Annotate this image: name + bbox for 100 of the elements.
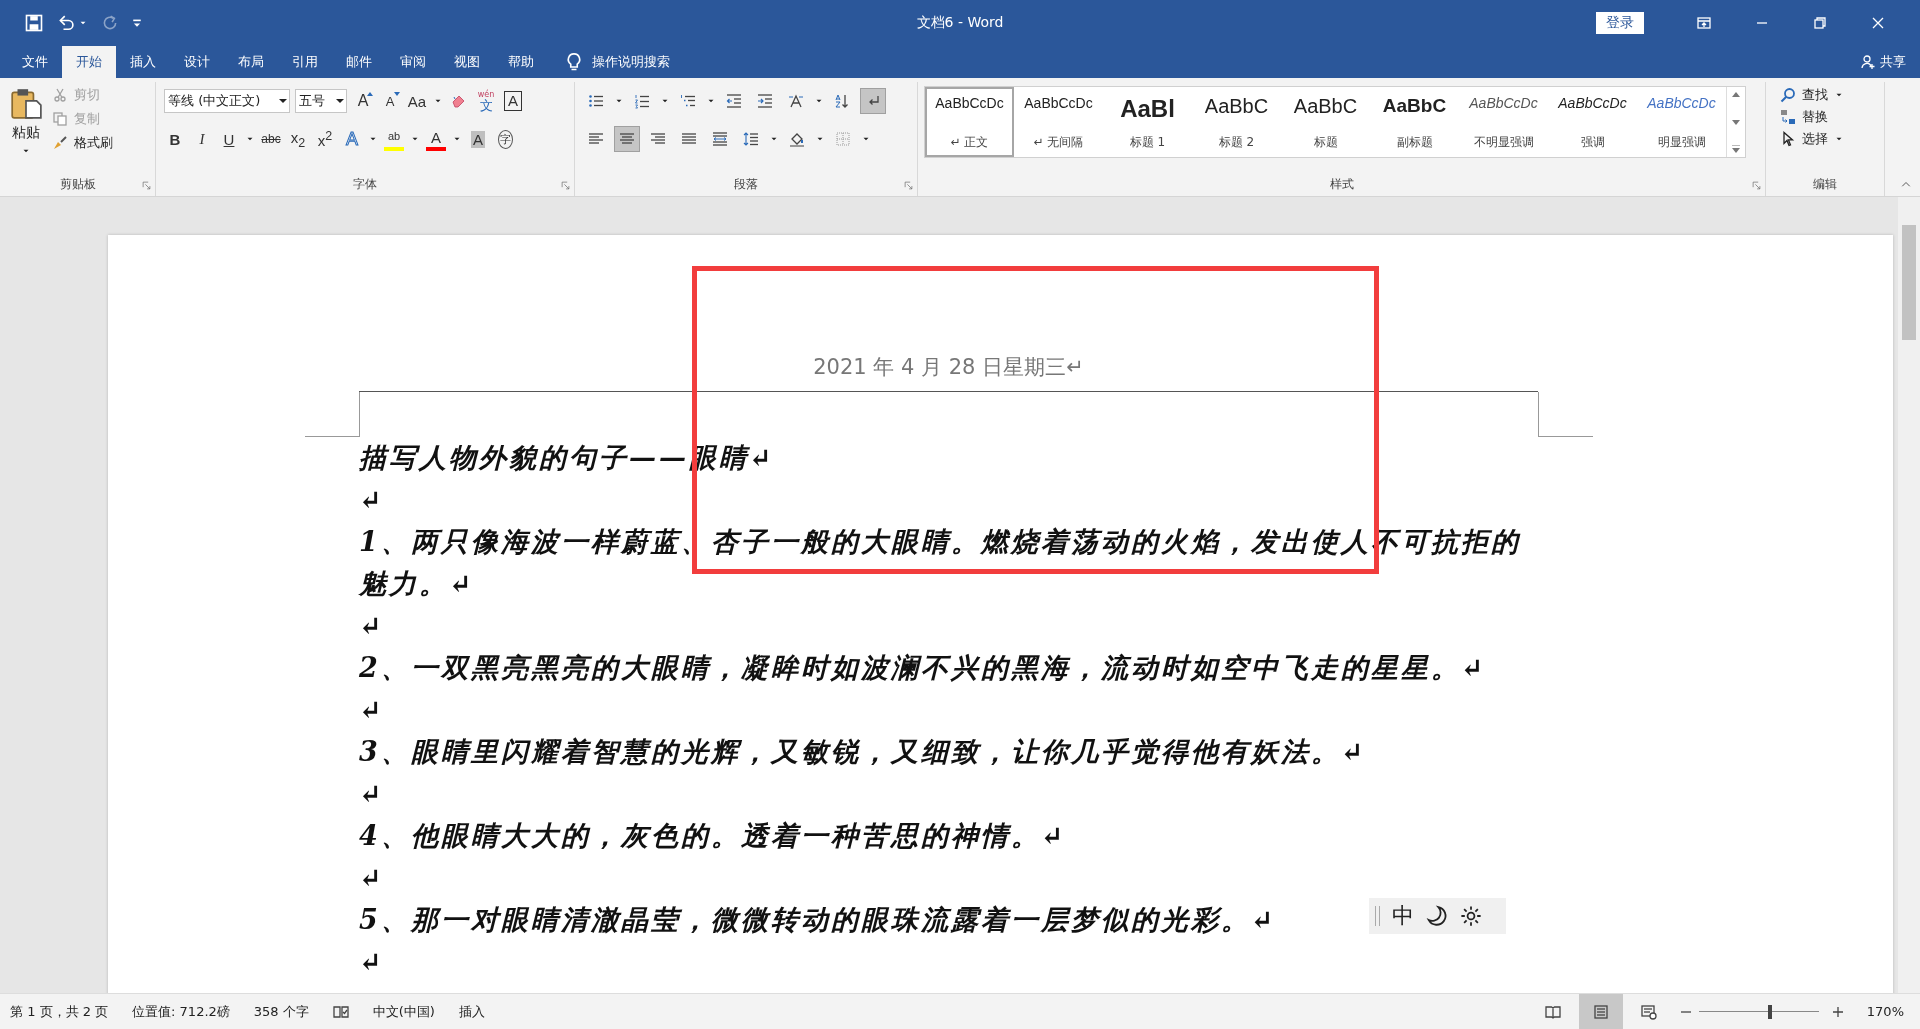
font-color-button[interactable]: A [425,127,447,151]
group-title: 样式 [1329,175,1354,193]
paste-button[interactable]: 粘贴 [6,86,46,168]
paragraph[interactable]: 5、那一对眼睛清澈晶莹，微微转动的眼珠流露着一层梦似的光彩。↵ [359,899,1277,941]
paragraph[interactable]: ↵ [359,605,385,647]
font-size-dropdown[interactable]: 五号 [295,89,347,113]
font-name-dropdown[interactable]: 等线 (中文正文) [164,89,290,113]
paragraph[interactable]: 2、一双黑亮黑亮的大眼睛，凝眸时如波澜不兴的黑海，流动时如空中飞走的星星。↵ [359,647,1487,689]
grow-font-button[interactable]: A [352,89,374,113]
align-center-button[interactable] [614,126,640,152]
style-item[interactable]: AaBbCcDc 强调 [1548,87,1637,157]
zoom-in-icon[interactable] [1832,1006,1843,1017]
ribbon-tab[interactable]: 邮件 [332,46,386,78]
paragraph[interactable]: ↵ [359,479,385,521]
zoom-level[interactable]: 170% [1866,1004,1920,1019]
subscript-button[interactable]: x$_{2}$ [287,127,309,151]
ribbon-tab[interactable]: 帮助 [494,46,548,78]
ribbon-tab[interactable]: 布局 [224,46,278,78]
close-icon[interactable] [1870,15,1886,31]
proofing-book-icon[interactable] [332,1003,349,1020]
crescent-moon-icon[interactable] [1426,905,1448,927]
select-button[interactable]: 选择 [1780,130,1870,148]
character-border-button[interactable]: A [502,89,524,113]
crop-mark [305,392,360,437]
restore-icon[interactable] [1812,15,1828,31]
underline-button[interactable]: U [218,127,240,151]
strikethrough-button[interactable]: abc [260,127,282,151]
undo-icon[interactable] [56,13,76,33]
scissors-icon [52,87,68,103]
ribbon-tab[interactable]: 视图 [440,46,494,78]
group-title: 编辑 [1813,175,1837,193]
dialog-launcher-icon[interactable] [1752,181,1761,190]
style-item[interactable]: AaBbCcDc 不明显强调 [1459,87,1548,157]
style-item[interactable]: AaBbC 副标题 [1370,87,1459,157]
asian-layout-icon [788,93,804,109]
input-mode-button[interactable]: 中 [1392,901,1414,931]
superscript-button[interactable]: x$^{2}$ [314,127,336,151]
ribbon-display-icon[interactable] [1696,15,1712,31]
tell-me-search[interactable]: 操作说明搜索 [592,46,670,78]
customize-caret-icon[interactable] [132,18,142,28]
sign-in-button[interactable]: 登录 [1596,12,1644,34]
scroll-up-icon[interactable] [1732,91,1740,99]
zoom-slider-thumb[interactable] [1767,1004,1772,1019]
web-layout-icon [1640,1003,1657,1020]
share-button[interactable]: 共享 [1860,46,1920,78]
dialog-launcher-icon[interactable] [561,181,570,190]
scroll-down-icon[interactable] [1732,118,1740,126]
header-date[interactable]: 2021 年 4 月 28 日星期三↵ [813,353,1084,381]
change-case-button[interactable]: Aa [406,89,428,113]
vertical-scrollbar[interactable] [1898,197,1920,993]
status-text[interactable]: 第 1 页，共 2 页 [10,1002,109,1021]
painter-button[interactable]: 格式刷 [52,134,113,152]
bold-button[interactable]: B [164,127,186,151]
ribbon-tab[interactable]: 文件 [8,46,62,78]
ribbon-tab[interactable]: 审阅 [386,46,440,78]
numbered-list-icon [634,93,650,109]
dialog-launcher-icon[interactable] [142,181,151,190]
crop-mark [1538,392,1593,437]
character-shading-button[interactable]: A [467,127,489,151]
multilevel-list-icon [680,93,696,109]
ribbon-tab[interactable]: 设计 [170,46,224,78]
paragraph[interactable]: ↵ [359,773,385,815]
style-item[interactable]: AaBbCcDc ↵ 无间隔 [1014,87,1103,157]
ribbon-tab[interactable]: 引用 [278,46,332,78]
paragraph[interactable]: 4、他眼睛大大的，灰色的。透着一种苦思的神情。↵ [359,815,1067,857]
ribbon-tab[interactable]: 插入 [116,46,170,78]
style-item[interactable]: AaBbCcDc ↵ 正文 [925,87,1014,157]
status-text[interactable]: 插入 [458,1002,485,1021]
style-item[interactable]: AaBbCcDc 明显强调 [1637,87,1726,157]
settings-icon[interactable] [1460,905,1482,927]
paragraph[interactable]: ↵ [359,689,385,731]
style-item[interactable]: AaBbC 标题 2 [1192,87,1281,157]
lightbulb-icon[interactable] [564,52,584,72]
replace-button[interactable]: 替换 [1780,108,1870,126]
replace-icon [1780,109,1796,125]
window-title: 文档6 - Word [916,14,1004,32]
more-icon[interactable] [1732,145,1740,153]
style-item[interactable]: AaBl 标题 1 [1103,87,1192,157]
find-button[interactable]: 查找 [1780,86,1870,104]
view-button[interactable] [1578,993,1623,1029]
paintbrush-icon [52,135,68,151]
paragraph-mark-button[interactable] [860,88,886,114]
eraser-icon [451,93,467,109]
status-text[interactable]: 中文(中国) [372,1002,435,1021]
copy-icon [52,111,68,127]
paragraph[interactable]: ↵ [359,857,385,899]
status-text[interactable]: 位置值: 712.2磅 [132,1002,230,1021]
search-icon [1780,87,1796,103]
paragraph[interactable]: ↵ [359,941,385,983]
status-text[interactable]: 358 个字 [253,1002,309,1021]
ribbon-tab[interactable]: 开始 [62,46,116,78]
page-layout-icon [1592,1003,1609,1020]
style-item[interactable]: AaBbC 标题 [1281,87,1370,157]
italic-button[interactable]: I [191,127,213,151]
dialog-launcher-icon[interactable] [904,181,913,190]
shrink-font-button[interactable]: A [379,89,401,113]
paint-bucket-icon [789,131,805,147]
highlight-button[interactable]: ab [383,127,405,151]
phonetic-guide-button[interactable]: wén 文 [475,89,497,113]
paragraph[interactable]: 3、眼睛里闪耀着智慧的光辉，又敏锐，又细致，让你几乎觉得他有妖法。↵ [359,731,1367,773]
